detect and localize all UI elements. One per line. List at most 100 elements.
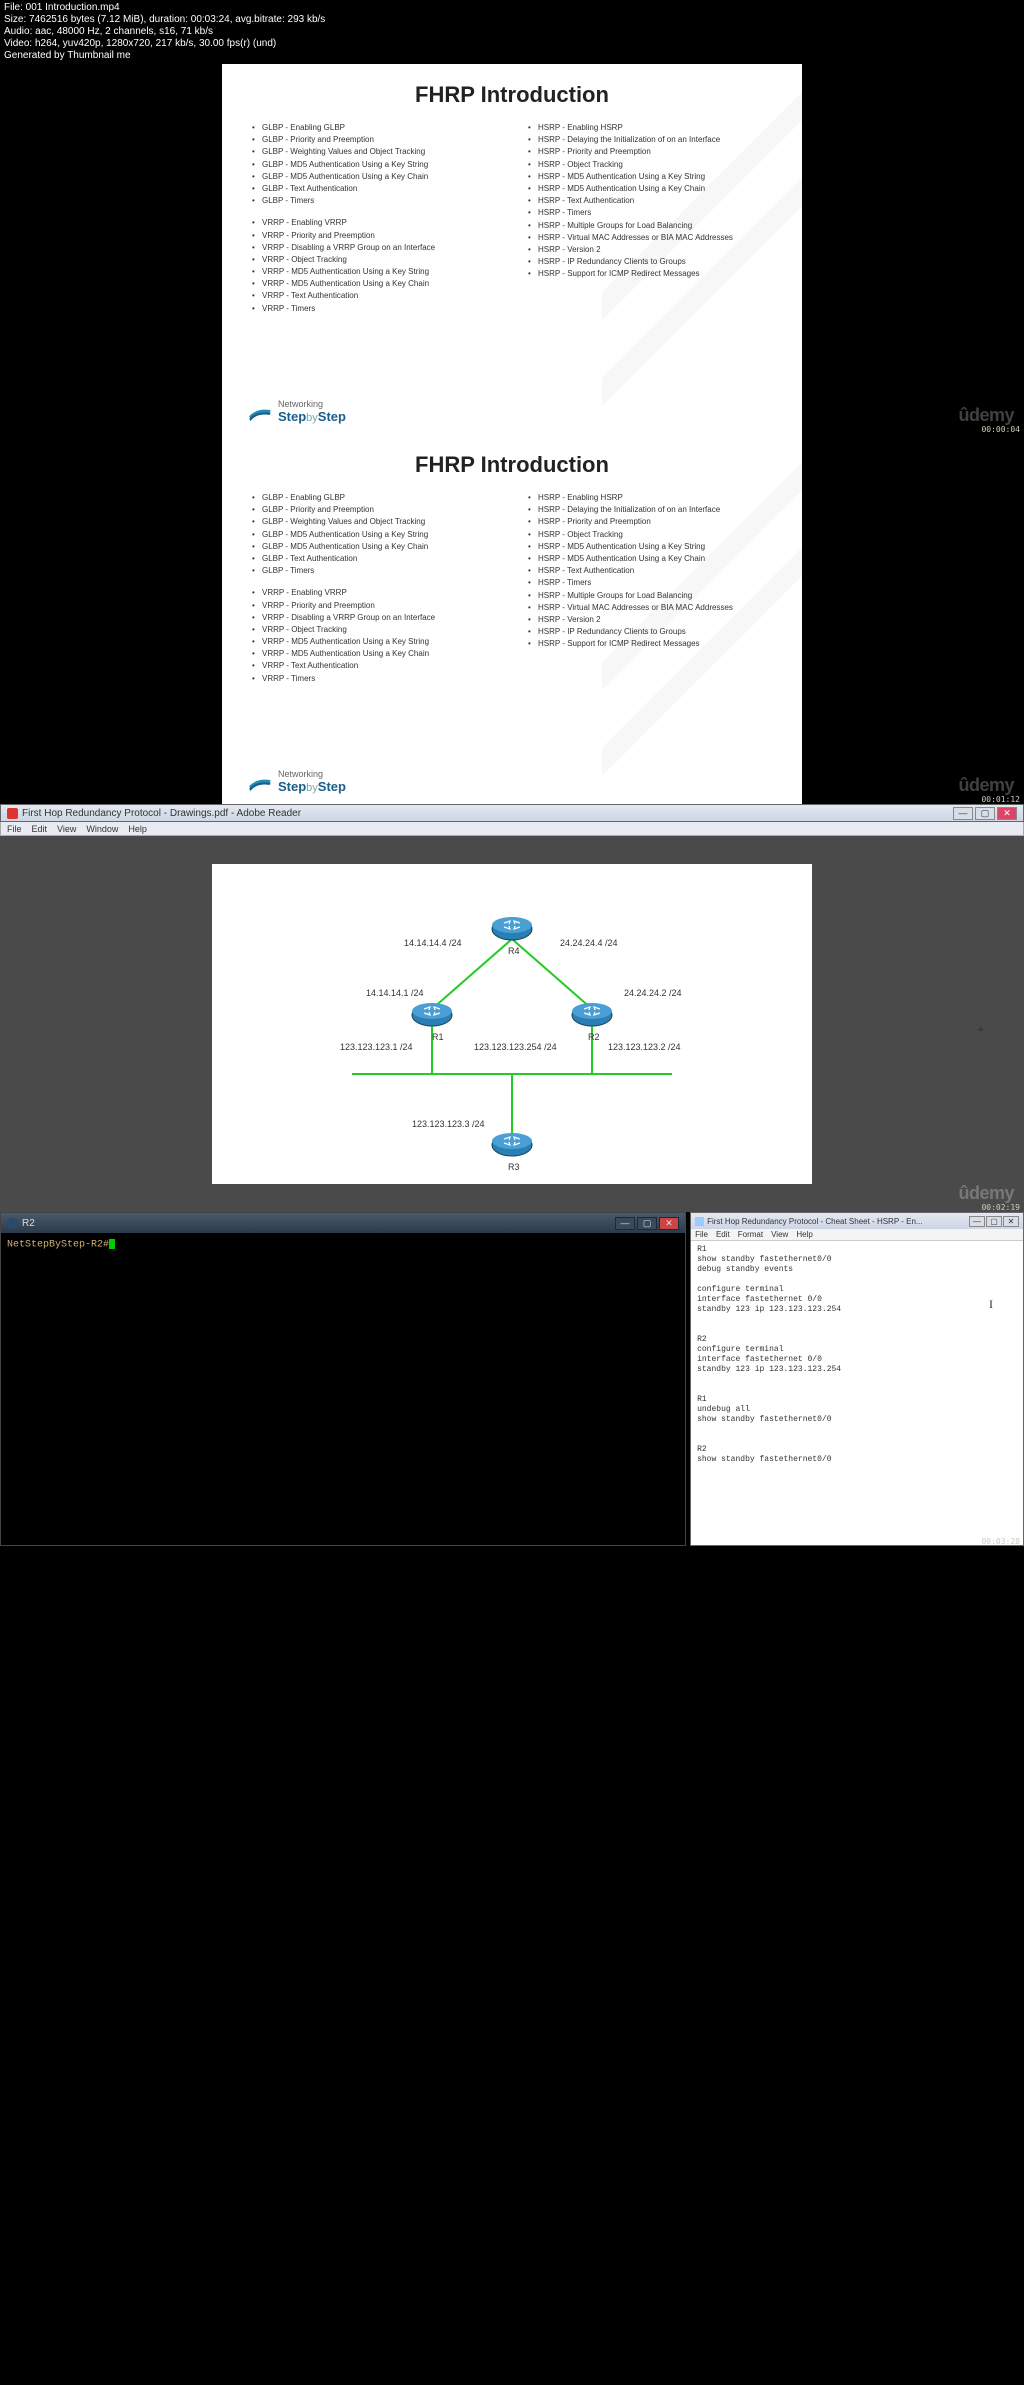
bullet-item: HSRP - Priority and Preemption: [524, 516, 776, 527]
bullet-item: GLBP - MD5 Authentication Using a Key Ch…: [248, 541, 500, 552]
bullet-item: HSRP - Enabling HSRP: [524, 492, 776, 503]
label-r4: R4: [508, 946, 520, 956]
slide-1: FHRP Introduction GLBP - Enabling GLBPGL…: [222, 64, 802, 434]
bullet-item: GLBP - Enabling GLBP: [248, 492, 500, 503]
notepad-body[interactable]: R1 show standby fastethernet0/0 debug st…: [691, 1241, 1023, 1545]
bullet-item: HSRP - Multiple Groups for Load Balancin…: [524, 590, 776, 601]
bullet-item: HSRP - IP Redundancy Clients to Groups: [524, 256, 776, 267]
bullet-item: HSRP - Support for ICMP Redirect Message…: [524, 268, 776, 279]
overlay-size: Size: 7462516 bytes (7.12 MiB), duration…: [4, 14, 1020, 26]
close-button[interactable]: ✕: [659, 1217, 679, 1230]
menu-edit[interactable]: Edit: [716, 1230, 730, 1239]
bullet-item: VRRP - MD5 Authentication Using a Key St…: [248, 636, 500, 647]
menu-file[interactable]: File: [695, 1230, 708, 1239]
bullet-item: HSRP - Object Tracking: [524, 159, 776, 170]
minimize-button[interactable]: —: [969, 1216, 985, 1227]
bullet-item: VRRP - Priority and Preemption: [248, 230, 500, 241]
bullet-item: VRRP - MD5 Authentication Using a Key Ch…: [248, 278, 500, 289]
bullet-item: GLBP - Text Authentication: [248, 553, 500, 564]
bullet-item: HSRP - Enabling HSRP: [524, 122, 776, 133]
label-r4-right: 24.24.24.4 /24: [560, 938, 618, 948]
overlay-audio: Audio: aac, 48000 Hz, 2 channels, s16, 7…: [4, 26, 1020, 38]
menu-view[interactable]: View: [57, 824, 76, 834]
label-r1-top: 14.14.14.1 /24: [366, 988, 424, 998]
thumbnail-4: R2 — ▢ ✕ NetStepByStep-R2# First Hop Red…: [0, 1212, 1024, 1546]
terminal-prompt: NetStepByStep-R2#: [7, 1240, 109, 1251]
pdf-viewport[interactable]: 14.14.14.4 /24 24.24.24.4 /24 R4 14.14.1…: [0, 836, 1024, 1212]
maximize-button[interactable]: ▢: [975, 807, 995, 820]
bullet-item: HSRP - Timers: [524, 577, 776, 588]
bullet-item: HSRP - MD5 Authentication Using a Key Ch…: [524, 183, 776, 194]
bullet-item: GLBP - Text Authentication: [248, 183, 500, 194]
label-r2-top: 24.24.24.2 /24: [624, 988, 682, 998]
bullet-item: VRRP - Timers: [248, 303, 500, 314]
pdf-icon: [7, 808, 18, 819]
pdf-page: 14.14.14.4 /24 24.24.24.4 /24 R4 14.14.1…: [212, 864, 812, 1184]
bullet-item: GLBP - Priority and Preemption: [248, 134, 500, 145]
router-r4-icon: [490, 916, 534, 942]
menu-file[interactable]: File: [7, 824, 22, 834]
notepad-window: First Hop Redundancy Protocol - Cheat Sh…: [690, 1212, 1024, 1546]
label-r4-left: 14.14.14.4 /24: [404, 938, 462, 948]
bullet-item: HSRP - IP Redundancy Clients to Groups: [524, 626, 776, 637]
menu-help[interactable]: Help: [128, 824, 147, 834]
swoosh-icon: [248, 403, 272, 421]
bullet-item: VRRP - Text Authentication: [248, 290, 500, 301]
bullet-item: GLBP - Weighting Values and Object Track…: [248, 516, 500, 527]
overlay-video: Video: h264, yuv420p, 1280x720, 217 kb/s…: [4, 38, 1020, 50]
router-r3-icon: [490, 1132, 534, 1158]
bullet-item: VRRP - Enabling VRRP: [248, 217, 500, 228]
overlay-gen: Generated by Thumbnail me: [4, 50, 1020, 62]
bullet-item: VRRP - Disabling a VRRP Group on an Inte…: [248, 242, 500, 253]
logo-main: StepbyStep: [278, 409, 346, 424]
swoosh-icon: [248, 773, 272, 791]
bullet-item: GLBP - MD5 Authentication Using a Key St…: [248, 529, 500, 540]
terminal-titlebar[interactable]: R2 — ▢ ✕: [1, 1213, 685, 1233]
logo-top: Networking: [278, 769, 346, 779]
slide-2: FHRP Introduction GLBP - Enabling GLBPGL…: [222, 434, 802, 804]
menu-window[interactable]: Window: [86, 824, 118, 834]
terminal-body[interactable]: NetStepByStep-R2#: [1, 1233, 685, 1545]
bullet-item: VRRP - Disabling a VRRP Group on an Inte…: [248, 612, 500, 623]
bullet-item: HSRP - Version 2: [524, 614, 776, 625]
bullet-item: VRRP - Priority and Preemption: [248, 600, 500, 611]
menu-view[interactable]: View: [771, 1230, 788, 1239]
close-button[interactable]: ✕: [1003, 1216, 1019, 1227]
thumbnail-timestamp: 00:02:19: [981, 1203, 1020, 1212]
bullet-item: HSRP - Virtual MAC Addresses or BIA MAC …: [524, 602, 776, 613]
menu-format[interactable]: Format: [738, 1230, 763, 1239]
close-button[interactable]: ✕: [997, 807, 1017, 820]
bullet-item: HSRP - Version 2: [524, 244, 776, 255]
notepad-content: R1 show standby fastethernet0/0 debug st…: [697, 1245, 841, 1464]
bullet-item: VRRP - Timers: [248, 673, 500, 684]
bullet-item: GLBP - MD5 Authentication Using a Key Ch…: [248, 171, 500, 182]
bullet-item: HSRP - MD5 Authentication Using a Key St…: [524, 541, 776, 552]
bullet-item: HSRP - Priority and Preemption: [524, 146, 776, 157]
menu-edit[interactable]: Edit: [32, 824, 48, 834]
slide-col-left: GLBP - Enabling GLBPGLBP - Priority and …: [248, 122, 500, 315]
maximize-button[interactable]: ▢: [637, 1217, 657, 1230]
bullet-item: HSRP - Delaying the Initialization of on…: [524, 134, 776, 145]
label-r1-bot: 123.123.123.1 /24: [340, 1042, 413, 1052]
slide-col-left: GLBP - Enabling GLBPGLBP - Priority and …: [248, 492, 500, 685]
maximize-button[interactable]: ▢: [986, 1216, 1002, 1227]
bullet-item: HSRP - Object Tracking: [524, 529, 776, 540]
adobe-titlebar[interactable]: First Hop Redundancy Protocol - Drawings…: [0, 804, 1024, 822]
bullet-item: GLBP - MD5 Authentication Using a Key St…: [248, 159, 500, 170]
label-mid: 123.123.123.254 /24: [474, 1042, 557, 1052]
terminal-window: R2 — ▢ ✕ NetStepByStep-R2#: [0, 1212, 686, 1546]
bullet-item: HSRP - Support for ICMP Redirect Message…: [524, 638, 776, 649]
notepad-titlebar[interactable]: First Hop Redundancy Protocol - Cheat Sh…: [691, 1213, 1023, 1229]
bullet-item: HSRP - Virtual MAC Addresses or BIA MAC …: [524, 232, 776, 243]
adobe-title: First Hop Redundancy Protocol - Drawings…: [22, 808, 301, 819]
bullet-item: VRRP - Object Tracking: [248, 254, 500, 265]
overlay-metadata: File: 001 Introduction.mp4 Size: 7462516…: [0, 0, 1024, 64]
label-r2: R2: [588, 1032, 600, 1042]
menu-help[interactable]: Help: [796, 1230, 812, 1239]
bullet-item: HSRP - Text Authentication: [524, 195, 776, 206]
minimize-button[interactable]: —: [953, 807, 973, 820]
minimize-button[interactable]: —: [615, 1217, 635, 1230]
notepad-icon: [695, 1217, 704, 1226]
bullet-item: HSRP - MD5 Authentication Using a Key St…: [524, 171, 776, 182]
thumbnail-timestamp: 00:01:12: [981, 795, 1020, 804]
